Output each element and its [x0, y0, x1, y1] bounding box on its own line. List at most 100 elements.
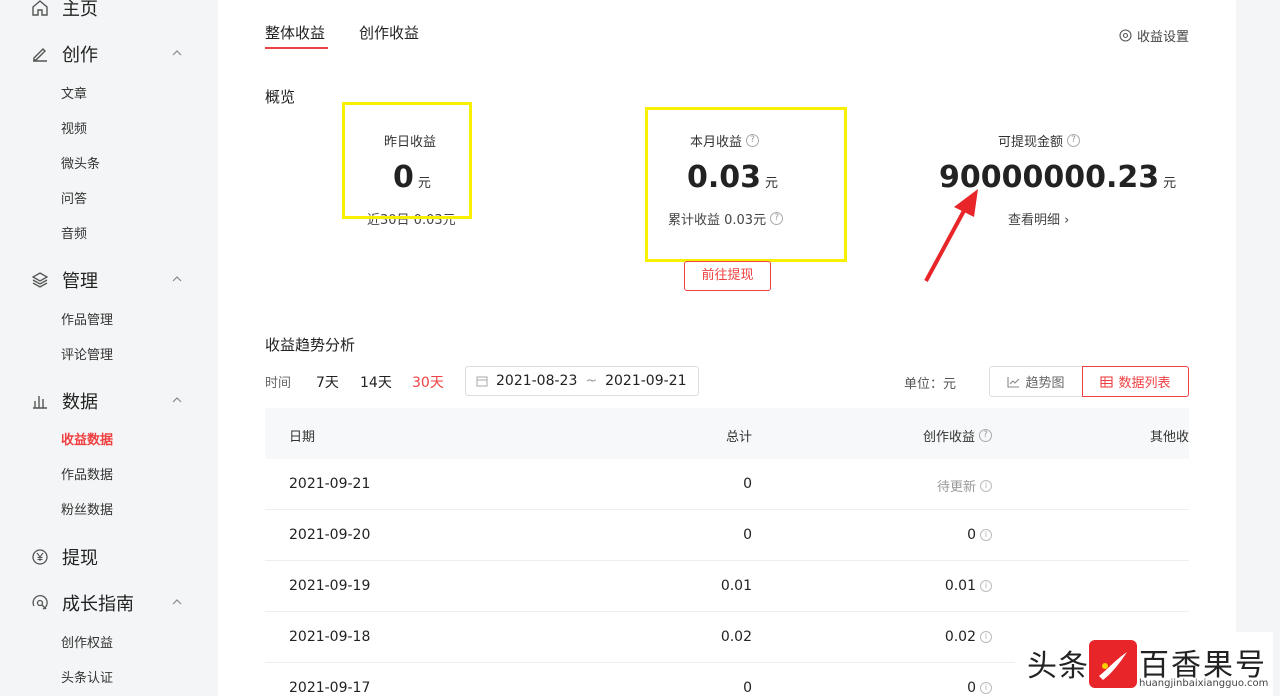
header-date: 日期	[289, 430, 316, 445]
nav-create-head[interactable]: 创作	[0, 36, 218, 72]
layers-icon	[30, 270, 50, 290]
yen-icon	[30, 547, 50, 567]
sidebar-item-works-data[interactable]: 作品数据	[61, 464, 113, 483]
settings-label: 收益设置	[1136, 30, 1189, 45]
date-start: 2021-08-23	[496, 373, 578, 389]
tab-overall-income[interactable]: 整体收益	[265, 22, 325, 43]
range-30d[interactable]: 30天	[412, 372, 444, 392]
nav-create: 创作	[0, 36, 218, 72]
sidebar-item-verify[interactable]: 头条认证	[61, 667, 113, 686]
data-list-label: 数据列表	[1118, 376, 1171, 391]
go-withdraw-button[interactable]: 前往提现	[684, 261, 771, 291]
nav-data-label: 数据	[62, 392, 98, 413]
sidebar-item-article[interactable]: 文章	[61, 83, 87, 102]
unit-label: 单位：元	[904, 377, 957, 392]
nav-data-head[interactable]: 数据	[0, 383, 218, 419]
withdrawable-unit: 元	[1163, 176, 1177, 191]
help-icon[interactable]: ?	[1067, 134, 1081, 147]
chevron-up-icon[interactable]	[172, 395, 182, 405]
nav-create-label: 创作	[62, 45, 98, 66]
cell-date: 2021-09-19	[289, 578, 371, 594]
nav-growth-label: 成长指南	[62, 594, 134, 615]
nav-growth-head[interactable]: 成长指南	[0, 585, 218, 621]
time-label: 时间	[265, 376, 292, 391]
table-icon	[1100, 375, 1114, 388]
data-list-button[interactable]: 数据列表	[1082, 366, 1189, 397]
bar-chart-icon	[30, 391, 50, 411]
highlight-box-yesterday	[342, 102, 472, 219]
overview-title: 概览	[265, 88, 296, 106]
cell-creation-value: 0	[967, 527, 976, 543]
date-range-picker[interactable]: 2021-08-23 ~ 2021-09-21	[465, 366, 699, 396]
chevron-up-icon[interactable]	[172, 274, 182, 284]
sidebar-item-qa[interactable]: 问答	[61, 188, 87, 207]
date-separator: ~	[585, 373, 598, 389]
help-icon[interactable]: ?	[979, 429, 992, 442]
withdrawable-label-text: 可提现金额	[998, 135, 1064, 150]
line-chart-icon	[1007, 376, 1020, 388]
sidebar-item-income-data[interactable]: 收益数据	[61, 429, 113, 448]
table-header: 日期 总计 创作收益 ? 其他收	[265, 408, 1189, 459]
nav-data: 数据	[0, 383, 218, 419]
withdrawable-label: 可提现金额 ?	[998, 131, 1081, 150]
trend-chart-label: 趋势图	[1025, 376, 1065, 391]
cell-creation: 待更新 i	[937, 476, 992, 495]
cell-total: 0.02	[720, 629, 752, 645]
trend-chart-button[interactable]: 趋势图	[989, 366, 1083, 397]
cell-creation-value: 0.01	[944, 578, 976, 594]
info-icon[interactable]: i	[980, 682, 992, 694]
home-icon	[30, 0, 50, 18]
sidebar-item-comments[interactable]: 评论管理	[61, 344, 113, 363]
highlight-box-month	[645, 107, 847, 262]
cell-date: 2021-09-21	[289, 476, 371, 492]
header-creation: 创作收益 ?	[923, 426, 992, 445]
nav-home-label: 主页	[62, 0, 98, 20]
nav-withdraw: 提现	[0, 539, 218, 575]
chevron-up-icon[interactable]	[172, 597, 182, 607]
sidebar-item-micro[interactable]: 微头条	[61, 153, 100, 172]
table-row: 2021-09-19 0.01 0.01 i	[265, 561, 1189, 612]
chevron-up-icon[interactable]	[172, 48, 182, 58]
sidebar-item-works[interactable]: 作品管理	[61, 309, 113, 328]
cell-creation: 0.02 i	[945, 629, 992, 645]
compass-icon	[30, 593, 50, 613]
range-7d[interactable]: 7天	[316, 372, 339, 392]
sidebar-item-video[interactable]: 视频	[61, 118, 87, 137]
header-creation-text: 创作收益	[922, 430, 975, 445]
info-icon[interactable]: i	[980, 580, 992, 592]
nav-withdraw-label: 提现	[62, 548, 98, 569]
tab-creation-income[interactable]: 创作收益	[359, 22, 419, 43]
cell-creation: 0.01 i	[945, 578, 992, 594]
cell-total: 0	[743, 476, 752, 492]
right-gutter	[1236, 0, 1280, 696]
nav-manage-head[interactable]: 管理	[0, 262, 218, 298]
trend-title: 收益趋势分析	[265, 336, 356, 354]
info-icon[interactable]: i	[980, 529, 992, 541]
cell-creation: 0i	[967, 680, 992, 696]
calendar-icon	[476, 376, 488, 387]
sidebar: 主页 创作 文章 视频 微头条 问答 音频 管理 作品管理 评论管理 数据 收益…	[0, 0, 218, 696]
nav-home[interactable]: 主页	[0, 0, 218, 26]
cell-date: 2021-09-17	[289, 680, 371, 696]
view-details-link[interactable]: 查看明细 ›	[1008, 209, 1069, 228]
income-settings-link[interactable]: 收益设置	[1119, 26, 1189, 45]
info-icon[interactable]: i	[980, 479, 992, 492]
settings-icon	[1119, 29, 1132, 42]
sidebar-item-rights[interactable]: 创作权益	[61, 632, 113, 651]
table-row: 2021-09-20 0 0 i	[265, 510, 1189, 561]
nav-withdraw-head[interactable]: 提现	[0, 539, 218, 575]
info-icon[interactable]: i	[980, 631, 992, 643]
active-tab-indicator	[265, 47, 328, 49]
nav-home-head[interactable]: 主页	[0, 0, 218, 26]
watermark-logo	[1089, 640, 1137, 688]
cell-total: 0	[743, 527, 752, 543]
sidebar-item-audio[interactable]: 音频	[61, 223, 87, 242]
cell-creation-value: 0	[967, 680, 976, 696]
range-14d[interactable]: 14天	[360, 372, 392, 392]
sidebar-item-fans-data[interactable]: 粉丝数据	[61, 499, 113, 518]
nav-manage-label: 管理	[62, 271, 98, 292]
main-panel: 整体收益 创作收益 收益设置 概览 昨日收益 0 元 近30日 0.03元 本月…	[218, 0, 1236, 696]
cell-creation: 0i	[967, 527, 992, 543]
header-total: 总计	[725, 430, 752, 445]
cell-total: 0	[743, 680, 752, 696]
